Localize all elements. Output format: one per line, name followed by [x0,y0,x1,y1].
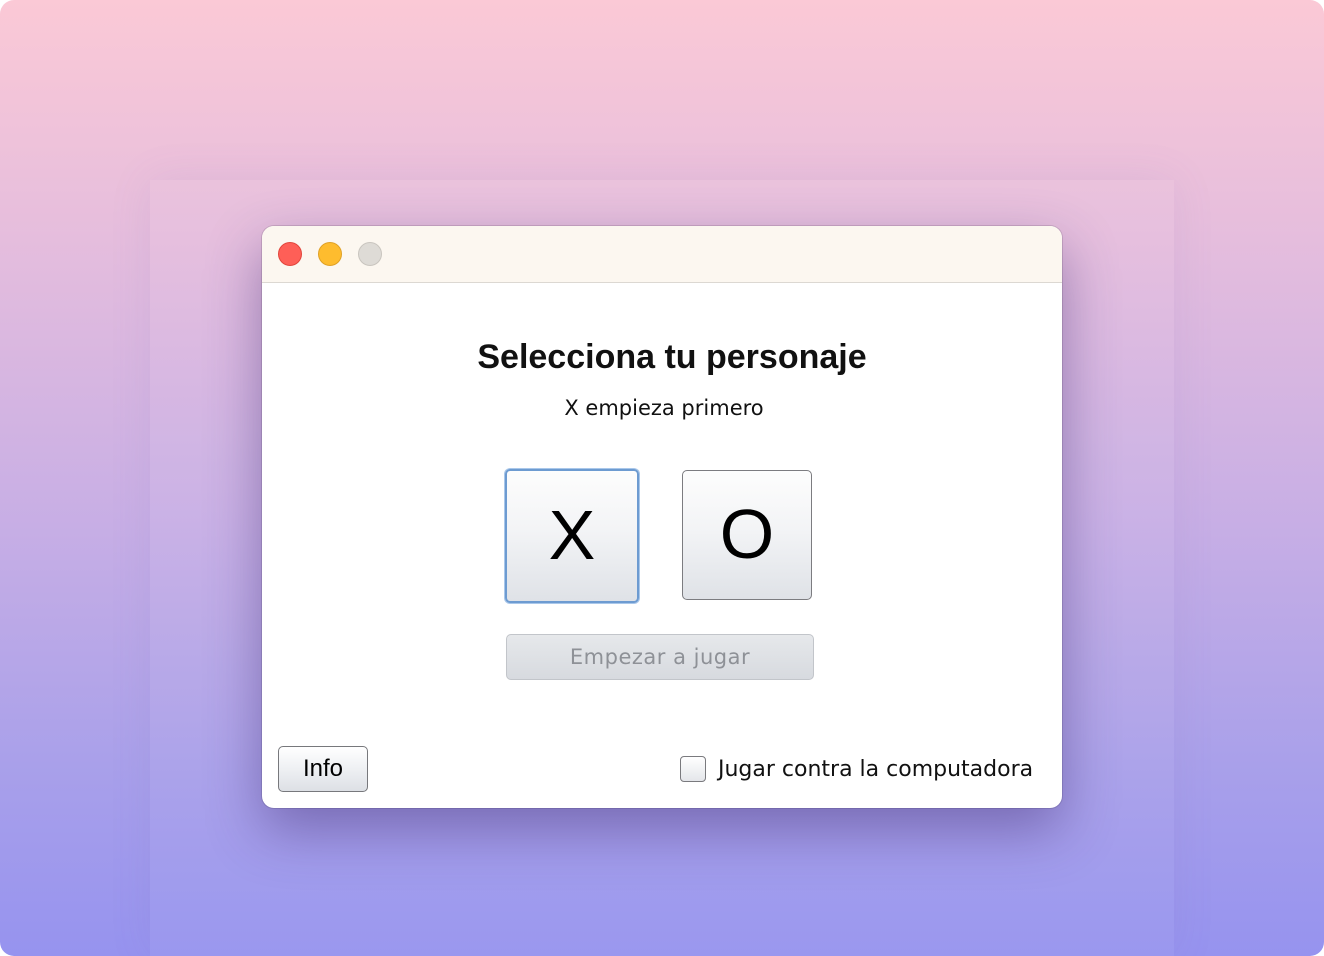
choose-o-button[interactable]: O [682,470,812,600]
page-title: Selecciona tu personaje [477,338,867,376]
desktop-background: Selecciona tu personaje X empieza primer… [0,0,1324,956]
info-button[interactable]: Info [278,746,368,792]
app-window: Selecciona tu personaje X empieza primer… [262,226,1062,808]
title-bar[interactable] [262,226,1062,283]
vs-computer-label: Jugar contra la computadora [718,756,1034,782]
start-game-button[interactable]: Empezar a jugar [506,634,814,680]
vs-computer-checkbox[interactable] [680,756,706,782]
close-icon[interactable] [278,242,302,266]
zoom-icon[interactable] [358,242,382,266]
minimize-icon[interactable] [318,242,342,266]
vs-computer-toggle[interactable]: Jugar contra la computadora [680,753,1033,785]
first-turn-hint: X empieza primero [564,396,764,420]
choose-x-button[interactable]: X [505,469,639,603]
